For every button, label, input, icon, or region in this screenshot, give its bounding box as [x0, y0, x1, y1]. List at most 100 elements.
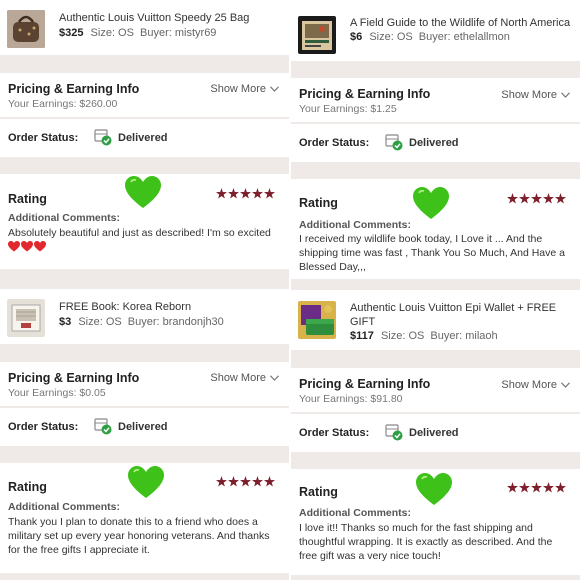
delivered-box-icon	[94, 418, 112, 435]
order-status-value: Delivered	[409, 427, 459, 439]
order-status-value: Delivered	[118, 132, 168, 144]
order-status-label: Order Status:	[299, 427, 370, 439]
earnings-text: Your Earnings: $91.80	[299, 393, 403, 405]
rating-stars	[216, 188, 275, 199]
order-status-label: Order Status:	[8, 421, 79, 433]
item-title[interactable]: FREE Book: Korea Reborn	[59, 300, 283, 314]
show-more-label[interactable]: Show More	[210, 372, 266, 384]
right-column: A Field Guide to the Wildlife of North A…	[291, 0, 580, 580]
comment-text: I love it!! Thanks so much for the fast …	[299, 522, 553, 562]
item-thumbnail[interactable]	[7, 299, 45, 337]
pricing-title: Pricing & Earning Info	[299, 87, 431, 101]
star-icon	[555, 193, 566, 204]
earnings-text: Your Earnings: $0.05	[8, 387, 106, 399]
item-size: Size: OS	[369, 31, 413, 43]
rating-stars	[507, 193, 566, 204]
rating-section: Rating Additional Comments: I received m…	[291, 179, 580, 279]
order-status-label: Order Status:	[299, 137, 370, 149]
item-title[interactable]: Authentic Louis Vuitton Epi Wallet + FRE…	[350, 301, 574, 329]
order-status-value: Delivered	[118, 421, 168, 433]
delivered-box-icon	[385, 424, 403, 441]
item-size: Size: OS	[380, 330, 425, 342]
star-icon	[228, 476, 239, 487]
item-summary[interactable]: Authentic Louis Vuitton Speedy 25 Bag $3…	[0, 0, 289, 55]
chevron-down-icon[interactable]	[561, 382, 570, 388]
item-price: $325	[59, 27, 84, 39]
item-buyer[interactable]: Buyer: brandonjh30	[128, 316, 224, 328]
rating-label: Rating	[8, 480, 47, 494]
star-icon	[216, 188, 227, 199]
chevron-down-icon[interactable]	[270, 86, 279, 92]
item-summary[interactable]: Authentic Louis Vuitton Epi Wallet + FRE…	[291, 290, 580, 350]
show-more-label[interactable]: Show More	[501, 379, 557, 391]
order-status-section: Order Status: Delivered	[0, 408, 289, 446]
show-more-button[interactable]: Show More	[210, 83, 279, 95]
pricing-section: Pricing & Earning Info Your Earnings: $1…	[291, 78, 580, 122]
star-icon	[252, 476, 263, 487]
red-heart-icon	[34, 241, 46, 252]
delivered-box-icon	[94, 129, 112, 146]
item-summary[interactable]: FREE Book: Korea Reborn $3 Size: OS Buye…	[0, 289, 289, 344]
item-buyer[interactable]: Buyer: milaoh	[430, 330, 497, 342]
rating-section: Rating Additional Comments: Thank you I …	[0, 463, 289, 573]
star-icon	[264, 476, 275, 487]
item-size: Size: OS	[90, 27, 134, 39]
pricing-title: Pricing & Earning Info	[8, 82, 140, 96]
pricing-title: Pricing & Earning Info	[8, 371, 140, 385]
comment-text: I received my wildlife book today, I Lov…	[299, 233, 565, 273]
rating-label: Rating	[299, 196, 338, 210]
star-icon	[264, 188, 275, 199]
comments-body: Absolutely beautiful and just as describ…	[8, 226, 281, 252]
star-icon	[228, 188, 239, 199]
chevron-down-icon[interactable]	[270, 375, 279, 381]
order-status-section: Order Status: Delivered	[291, 124, 580, 162]
item-thumbnail[interactable]	[7, 10, 45, 48]
item-thumbnail[interactable]	[298, 301, 336, 339]
item-buyer[interactable]: Buyer: mistyr69	[140, 27, 216, 39]
chevron-down-icon[interactable]	[561, 92, 570, 98]
star-icon	[507, 193, 518, 204]
order-status-label: Order Status:	[8, 132, 79, 144]
star-icon	[507, 482, 518, 493]
star-icon	[519, 482, 530, 493]
star-icon	[252, 188, 263, 199]
order-status-value: Delivered	[409, 137, 459, 149]
star-icon	[555, 482, 566, 493]
pricing-section: Pricing & Earning Info Your Earnings: $9…	[291, 368, 580, 412]
comments-label: Additional Comments:	[8, 501, 120, 513]
star-icon	[519, 193, 530, 204]
item-price: $3	[59, 316, 72, 328]
item-buyer[interactable]: Buyer: ethelallmon	[419, 31, 510, 43]
red-heart-icon	[8, 241, 20, 252]
show-more-button[interactable]: Show More	[210, 372, 279, 384]
item-price: $6	[350, 31, 363, 43]
item-meta: $117 Size: OS Buyer: milaoh	[350, 330, 501, 342]
item-meta: $325 Size: OS Buyer: mistyr69	[59, 27, 219, 39]
rating-section: Rating Additional Comments: Absolutely b…	[0, 174, 289, 269]
star-icon	[543, 193, 554, 204]
star-icon	[543, 482, 554, 493]
show-more-label[interactable]: Show More	[210, 83, 266, 95]
item-thumbnail[interactable]	[298, 16, 336, 54]
comments-label: Additional Comments:	[299, 507, 411, 519]
green-heart-icon	[128, 466, 164, 498]
show-more-label[interactable]: Show More	[501, 89, 557, 101]
rating-label: Rating	[299, 485, 338, 499]
item-price: $117	[350, 330, 374, 342]
item-title[interactable]: Authentic Louis Vuitton Speedy 25 Bag	[59, 11, 283, 25]
star-icon	[216, 476, 227, 487]
star-icon	[240, 188, 251, 199]
show-more-button[interactable]: Show More	[501, 379, 570, 391]
pricing-section: Pricing & Earning Info Your Earnings: $0…	[0, 362, 289, 406]
star-icon	[531, 193, 542, 204]
earnings-text: Your Earnings: $1.25	[299, 103, 397, 115]
left-column: Authentic Louis Vuitton Speedy 25 Bag $3…	[0, 0, 289, 580]
comment-text: Thank you I plan to donate this to a fri…	[8, 516, 270, 556]
green-heart-icon	[413, 187, 449, 219]
comments-label: Additional Comments:	[299, 219, 411, 231]
show-more-button[interactable]: Show More	[501, 89, 570, 101]
item-meta: $6 Size: OS Buyer: ethelallmon	[350, 31, 513, 43]
item-summary[interactable]: A Field Guide to the Wildlife of North A…	[291, 0, 580, 61]
item-title[interactable]: A Field Guide to the Wildlife of North A…	[350, 16, 574, 30]
item-size: Size: OS	[78, 316, 122, 328]
